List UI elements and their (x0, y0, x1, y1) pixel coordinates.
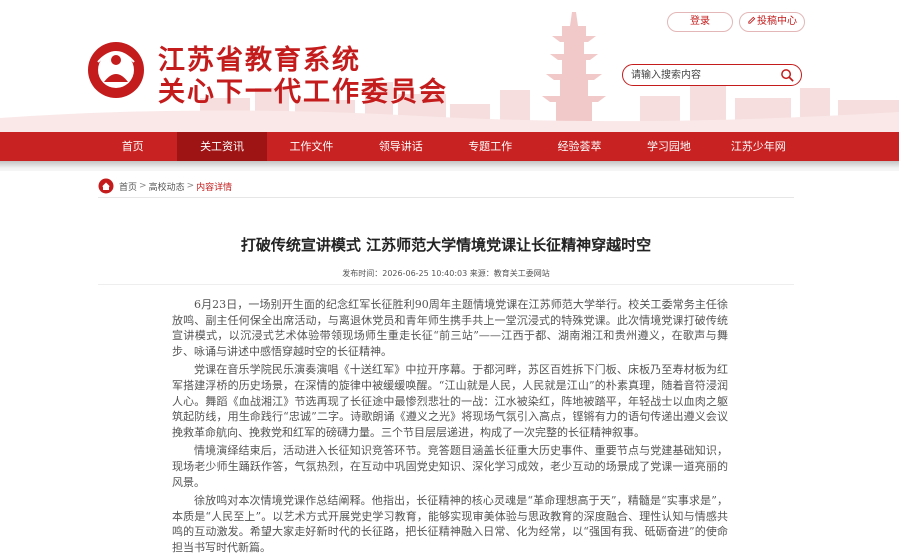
breadcrumb-separator: > (139, 181, 147, 191)
committee-logo (88, 42, 144, 98)
nav-item-home[interactable]: 首页 (88, 132, 177, 161)
article-paragraph: 党课在音乐学院民乐演奏演唱《十送红军》中拉开序幕。于都河畔，苏区百姓拆下门板、床… (172, 363, 728, 439)
search-box (622, 64, 802, 86)
search-input[interactable] (631, 67, 771, 83)
nav-item-experience[interactable]: 经验荟萃 (535, 132, 624, 161)
breadcrumb: 首页 > 高校动态 > 内容详情 (98, 177, 232, 195)
article-title: 打破传统宣讲模式 江苏师范大学情境党课让长征精神穿越时空 (240, 236, 652, 254)
site-title-line2: 关心下一代工作委员会 (158, 77, 448, 108)
nav-item-topics[interactable]: 专题工作 (446, 132, 535, 161)
login-button[interactable]: 登录 (667, 12, 733, 32)
site-header: 江苏省教育系统 关心下一代工作委员会 登录 投稿中心 (0, 0, 899, 132)
article-meta: 发布时间：2026-06-25 10:40:03 来源：教育关工委网站 (342, 269, 550, 278)
nav-item-news[interactable]: 关工资讯 (177, 132, 267, 161)
breadcrumb-current: 内容详情 (196, 182, 233, 193)
nav-shadow-divider (0, 161, 899, 171)
main-navigation: 首页 关工资讯 工作文件 领导讲话 专题工作 经验荟萃 学习园地 江苏少年网 (0, 132, 899, 161)
breadcrumb-separator: > (186, 181, 195, 191)
article-paragraph: 情境演绎结束后，活动进入长征知识竞答环节。竞答题目涵盖长征重大历史事件、重要节点… (172, 444, 728, 489)
article-paragraph: 徐放鸣对本次情境党课作总结阐释。他指出，长征精神的核心灵魂是“革命理想高于天”，… (172, 494, 728, 554)
submission-center-button[interactable]: 投稿中心 (739, 12, 805, 32)
nav-item-documents[interactable]: 工作文件 (267, 132, 356, 161)
home-icon (98, 178, 114, 194)
nav-item-youth-site[interactable]: 江苏少年网 (714, 132, 803, 161)
breadcrumb-home-link[interactable]: 首页 (119, 180, 137, 193)
search-icon[interactable] (780, 68, 795, 83)
breadcrumb-divider (98, 197, 794, 198)
nav-item-speeches[interactable]: 领导讲话 (356, 132, 445, 161)
submission-center-label: 投稿中心 (757, 16, 797, 27)
nav-item-learning[interactable]: 学习园地 (624, 132, 713, 161)
breadcrumb-section-link[interactable]: 高校动态 (149, 180, 185, 193)
article-paragraph: 6月23日，一场别开生面的纪念红军长征胜利90周年主题情境党课在江苏师范大学举行… (172, 298, 728, 358)
edit-icon (748, 16, 756, 24)
article-body: 6月23日，一场别开生面的纪念红军长征胜利90周年主题情境党课在江苏师范大学举行… (172, 297, 728, 559)
article-container: 首页 > 高校动态 > 内容详情 打破传统宣讲模式 江苏师范大学情境党课让长征精… (88, 171, 804, 560)
meta-divider (98, 284, 794, 285)
